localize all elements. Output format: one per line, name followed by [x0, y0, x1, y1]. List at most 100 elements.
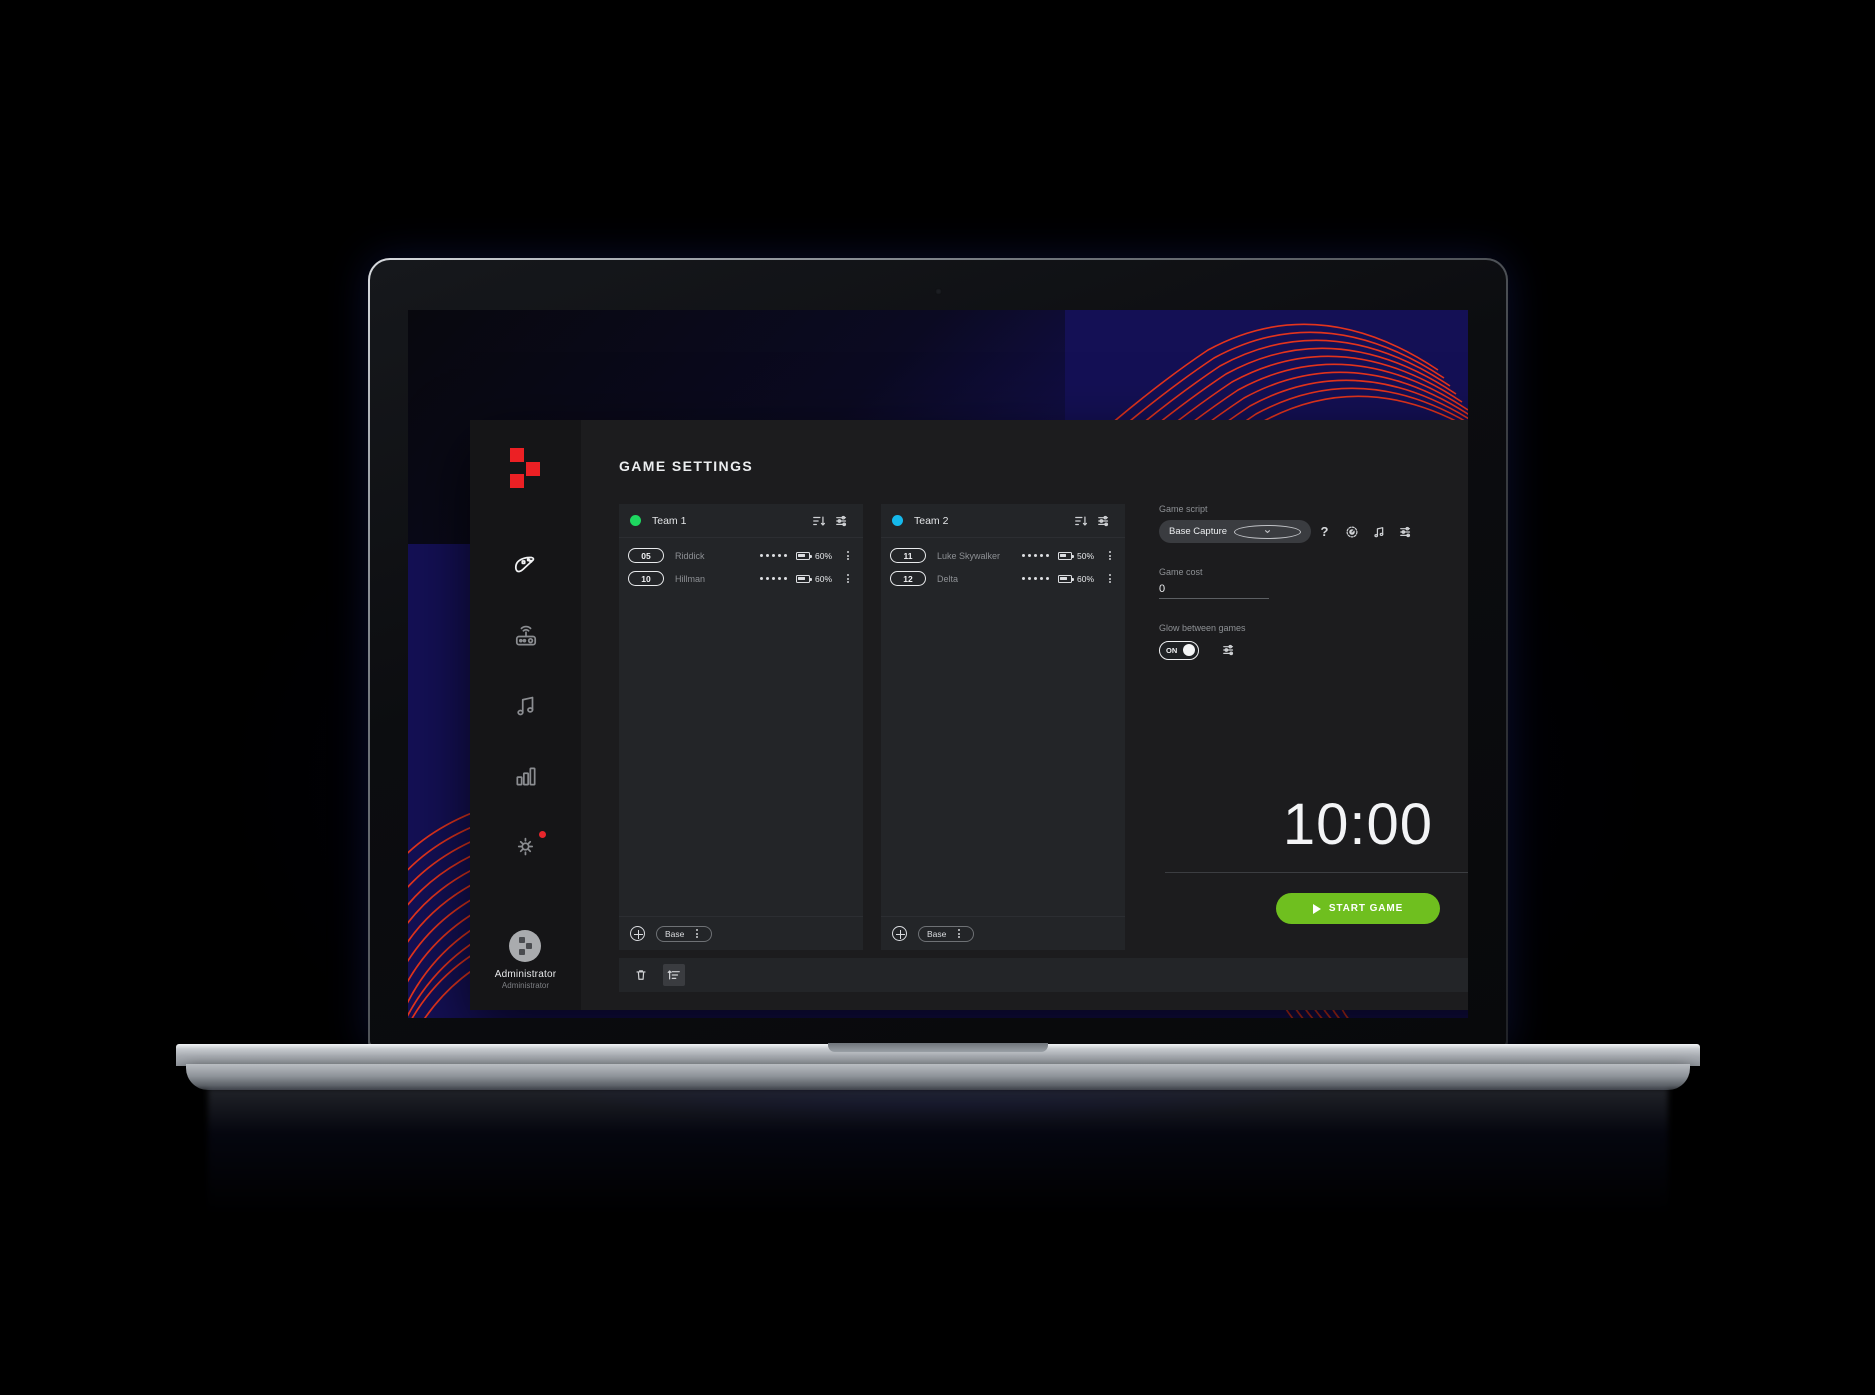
table-row[interactable]: 11 Luke Skywalker 50%	[881, 544, 1125, 567]
laptop-notch	[828, 1043, 1048, 1052]
title-bar	[581, 420, 1468, 450]
settings-panel: Game script Base Capture ? Game cost 0 G…	[1125, 504, 1468, 950]
game-script-label: Game script	[1159, 504, 1208, 514]
sidebar: Administrator Administrator	[470, 420, 581, 1010]
base-chip-label: Base	[665, 928, 685, 939]
play-icon	[1312, 903, 1321, 914]
settings-notification-badge	[538, 831, 546, 838]
sidebar-item-games[interactable]	[499, 546, 553, 586]
webcam-icon	[934, 288, 942, 295]
team-roster: 05 Riddick 60% 10 Hillman 60%	[619, 538, 863, 916]
toggle-knob	[1183, 644, 1195, 656]
team-color-dot	[630, 515, 641, 526]
plus-circle-icon[interactable]	[630, 926, 645, 941]
battery-icon	[796, 574, 812, 583]
device-router-icon	[515, 625, 536, 646]
team-name: Team 1	[652, 514, 687, 527]
kebab-icon[interactable]	[690, 928, 703, 939]
trash-icon[interactable]	[630, 964, 652, 986]
plus-circle-icon[interactable]	[892, 926, 907, 941]
application-window: Administrator Administrator GAME SETTING…	[470, 420, 1468, 1010]
scene: Administrator Administrator GAME SETTING…	[0, 0, 1875, 1395]
battery-icon	[796, 551, 812, 560]
battery-percent: 60%	[815, 550, 833, 561]
gamepad-icon	[514, 556, 534, 573]
bottom-toolbar	[619, 958, 1468, 992]
sliders-icon[interactable]	[1094, 511, 1114, 531]
laptop-lid: Administrator Administrator GAME SETTING…	[176, 258, 1700, 1090]
team-name: Team 2	[914, 514, 949, 527]
sidebar-item-devices[interactable]	[499, 616, 553, 656]
kebab-icon[interactable]	[841, 550, 854, 561]
glow-label: Glow between games	[1159, 623, 1246, 633]
app-logo-icon	[506, 448, 546, 488]
signal-strength-icon	[760, 553, 787, 558]
signal-strength-icon	[760, 576, 787, 581]
signal-strength-icon	[1022, 553, 1049, 558]
start-game-button[interactable]: START GAME	[1276, 893, 1440, 924]
player-name: Riddick	[675, 550, 705, 561]
sidebar-user[interactable]: Administrator Administrator	[495, 930, 557, 990]
avatar	[509, 930, 542, 962]
table-row[interactable]: 10 Hillman 60%	[619, 567, 863, 590]
battery-percent: 60%	[815, 573, 833, 584]
sidebar-item-settings[interactable]	[499, 826, 553, 866]
team-card: Team 1 05 Riddick 60% 10 Hillman 60% Bas…	[619, 504, 863, 950]
base-chip[interactable]: Base	[918, 925, 975, 942]
kebab-icon[interactable]	[841, 573, 854, 584]
table-row[interactable]: 12 Delta 60%	[881, 567, 1125, 590]
user-role: Administrator	[501, 981, 550, 990]
dial-icon[interactable]	[1338, 521, 1365, 543]
table-row[interactable]: 05 Riddick 60%	[619, 544, 863, 567]
glow-toggle[interactable]: ON	[1159, 640, 1199, 660]
player-name: Delta	[937, 573, 959, 584]
chevron-down-icon	[1234, 524, 1301, 539]
teams-container: Team 1 05 Riddick 60% 10 Hillman 60% Bas…	[619, 504, 1125, 950]
kebab-icon[interactable]	[1103, 573, 1116, 584]
glow-toggle-row: ON	[1159, 639, 1468, 661]
sort-icon[interactable]	[1071, 511, 1091, 531]
team-roster: 11 Luke Skywalker 50% 12 Delta 60%	[881, 538, 1125, 916]
sort-icon[interactable]	[663, 964, 685, 986]
kebab-icon[interactable]	[1103, 550, 1116, 561]
sidebar-item-music[interactable]	[499, 686, 553, 726]
main-content: GAME SETTINGS Team 1 05 Riddick 60% 10 H…	[581, 420, 1468, 1010]
game-timer: 10:00	[1282, 792, 1434, 857]
team-header: Team 2	[881, 504, 1125, 538]
base-chip[interactable]: Base	[656, 925, 713, 942]
screen-bezel: Administrator Administrator GAME SETTING…	[408, 310, 1468, 1018]
glow-field: Glow between games ON	[1159, 623, 1468, 661]
sort-icon[interactable]	[809, 511, 829, 531]
battery-icon	[1058, 551, 1074, 560]
start-button-wrap: START GAME	[1159, 873, 1468, 950]
kebab-icon[interactable]	[952, 928, 965, 939]
player-number: 12	[890, 571, 926, 586]
player-name: Hillman	[675, 573, 706, 584]
help-icon[interactable]: ?	[1311, 521, 1338, 543]
signal-strength-icon	[1022, 576, 1049, 581]
body-area: Team 1 05 Riddick 60% 10 Hillman 60% Bas…	[581, 474, 1468, 950]
sliders-icon[interactable]	[832, 511, 852, 531]
user-name: Administrator	[494, 969, 557, 980]
laptop-mockup: Administrator Administrator GAME SETTING…	[176, 258, 1700, 1238]
desktop-wallpaper: Administrator Administrator GAME SETTING…	[408, 310, 1468, 1018]
game-cost-field: Game cost 0	[1159, 567, 1468, 599]
start-game-label: START GAME	[1328, 903, 1404, 914]
game-script-row: Base Capture ?	[1159, 520, 1468, 543]
laptop-base-top	[176, 1043, 1700, 1066]
sidebar-item-statistics[interactable]	[499, 756, 553, 796]
team-footer: Base	[881, 916, 1125, 950]
battery-icon	[1058, 574, 1074, 583]
sliders-icon[interactable]	[1392, 521, 1419, 543]
bar-chart-icon	[515, 767, 536, 786]
game-script-select[interactable]: Base Capture	[1159, 520, 1311, 543]
player-number: 10	[628, 571, 664, 586]
team-color-dot	[892, 515, 903, 526]
battery-percent: 50%	[1077, 550, 1095, 561]
glow-toggle-text: ON	[1166, 645, 1178, 655]
sliders-icon[interactable]	[1215, 639, 1242, 661]
music-note-icon[interactable]	[1365, 521, 1392, 543]
game-script-value: Base Capture	[1169, 526, 1228, 537]
laptop-base	[176, 1043, 1700, 1090]
game-cost-input[interactable]: 0	[1159, 583, 1269, 599]
